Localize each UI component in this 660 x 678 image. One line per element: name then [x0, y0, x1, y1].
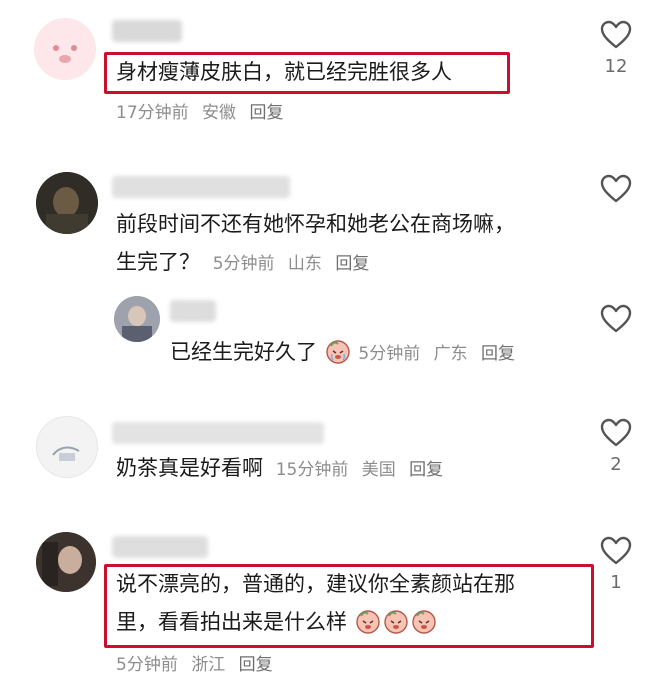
crying-peach-emoji: [355, 610, 380, 634]
username-redacted: [112, 176, 290, 198]
like-count: 2: [610, 454, 622, 475]
comment-meta: 5分钟前 山东 回复: [213, 254, 378, 274]
photo-avatar-icon: [114, 296, 160, 342]
sketch-avatar-icon: [52, 446, 80, 461]
reply-time: 5分钟前: [358, 344, 421, 364]
reply-avatar[interactable]: [114, 296, 160, 342]
comment-item: 说不漂亮的，普通的，建议你全素颜站在那 里，看看拍出来是什么样 5分钟前 浙江 …: [0, 518, 660, 678]
like-button[interactable]: 12: [596, 20, 636, 77]
comment-location: 山东: [287, 254, 322, 274]
photo-avatar-icon: [36, 172, 98, 234]
comment-item: 奶茶真是好看啊 15分钟前 美国 回复 2: [0, 400, 660, 518]
comment-meta: 17分钟前 安徽 回复: [116, 98, 291, 123]
comment-meta: 15分钟前 美国 回复: [276, 460, 451, 480]
crying-peach-emoji: [383, 610, 408, 634]
reply-button[interactable]: 回复: [335, 254, 369, 274]
comment-text: 奶茶真是好看啊 15分钟前 美国 回复: [116, 450, 451, 488]
comment-time: 5分钟前: [116, 655, 178, 675]
heart-outline-icon: [600, 174, 632, 203]
comment-item: 前段时间不还有她怀孕和她老公在商场嘛， 生完了？ 5分钟前 山东 回复 已经生完…: [0, 150, 660, 400]
reply-button[interactable]: 回复: [409, 460, 443, 480]
crying-peach-emoji: [411, 610, 436, 634]
comment-text-line2-content: 生完了？: [116, 250, 200, 274]
comment-location: 浙江: [191, 655, 226, 675]
crying-peach-emoji: [325, 340, 350, 364]
comment-text-line2: 里，看看拍出来是什么样: [116, 604, 438, 640]
heart-outline-icon: [600, 418, 632, 447]
comment-location: 美国: [361, 460, 396, 480]
username-redacted: [112, 536, 208, 558]
comment-text-line2: 生完了？ 5分钟前 山东 回复: [116, 244, 377, 282]
comment-meta: 5分钟前 浙江 回复: [116, 650, 281, 675]
username-redacted: [112, 422, 324, 444]
like-button[interactable]: 2: [596, 418, 636, 475]
avatar[interactable]: [36, 532, 96, 592]
comment-text-line2-content: 里，看看拍出来是什么样: [116, 610, 347, 634]
comment-text-line1: 前段时间不还有她怀孕和她老公在商场嘛，: [116, 212, 515, 236]
like-button[interactable]: 1: [596, 536, 636, 593]
username-redacted: [112, 20, 182, 42]
like-button[interactable]: [596, 174, 636, 204]
reply-username-redacted: [170, 300, 216, 322]
comment-time: 17分钟前: [116, 103, 189, 123]
reply-text-content: 已经生完好久了: [170, 340, 317, 364]
avatar[interactable]: [36, 172, 98, 234]
heart-outline-icon: [600, 536, 632, 565]
avatar[interactable]: [36, 416, 98, 478]
avatar[interactable]: [34, 18, 96, 80]
comment-text: 身材瘦薄皮肤白，就已经完胜很多人: [116, 60, 452, 84]
heart-outline-icon: [600, 20, 632, 49]
cartoon-face-avatar-icon: [34, 18, 96, 80]
like-button[interactable]: [596, 304, 636, 334]
reply-button[interactable]: 回复: [239, 655, 273, 675]
comment-time: 15分钟前: [275, 460, 349, 480]
comment-text-content: 奶茶真是好看啊: [116, 456, 263, 480]
reply-button[interactable]: 回复: [249, 103, 283, 123]
like-count: 1: [610, 572, 622, 593]
like-count: 12: [604, 56, 628, 77]
comment-time: 5分钟前: [212, 254, 275, 274]
heart-outline-icon: [600, 304, 632, 333]
reply-meta: 5分钟前 广东 回复: [358, 344, 523, 364]
photo-avatar-icon: [36, 532, 96, 592]
comment-text-line1: 说不漂亮的，普通的，建议你全素颜站在那: [116, 572, 515, 596]
reply-text: 已经生完好久了 5分钟前 广东 回复: [170, 334, 523, 372]
comment-location: 安徽: [202, 103, 237, 123]
reply-button[interactable]: 回复: [481, 344, 515, 364]
comment-item: 身材瘦薄皮肤白，就已经完胜很多人 17分钟前 安徽 回复 12: [0, 0, 660, 150]
reply-location: 广东: [433, 344, 468, 364]
